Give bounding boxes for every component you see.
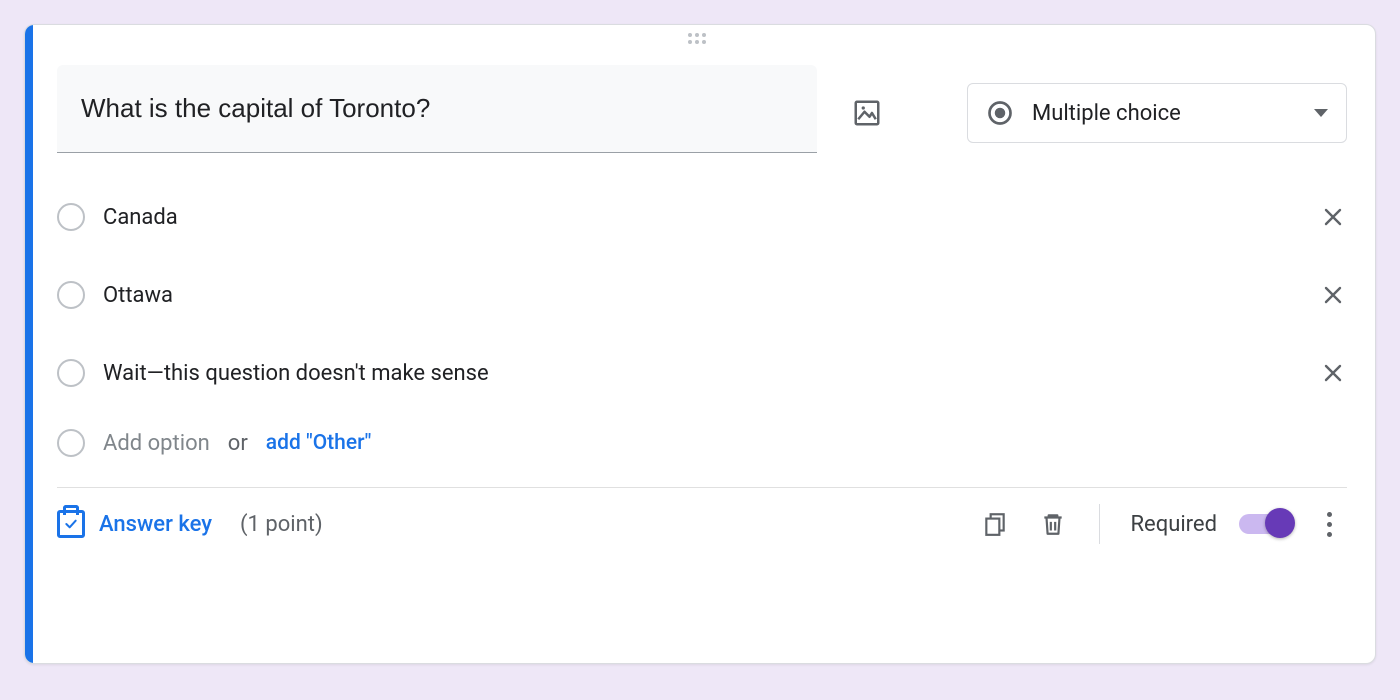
answer-key-label: Answer key — [99, 512, 212, 537]
answer-key-button[interactable]: Answer key — [57, 510, 212, 538]
card-footer: Answer key (1 point) Required — [57, 502, 1347, 546]
more-options-button[interactable] — [1311, 502, 1347, 546]
chevron-down-icon — [1314, 109, 1328, 117]
option-text[interactable]: Wait—this question doesn't make sense — [103, 361, 1301, 386]
divider — [1099, 504, 1100, 544]
radio-empty-icon — [57, 429, 85, 457]
option-row: Canada — [57, 195, 1347, 239]
question-type-select[interactable]: Multiple choice — [967, 83, 1347, 143]
radio-empty-icon — [57, 203, 85, 231]
remove-option-button[interactable] — [1319, 281, 1347, 309]
drag-handle-icon[interactable] — [688, 33, 712, 47]
or-text: or — [228, 431, 248, 456]
radio-empty-icon — [57, 281, 85, 309]
add-other-button[interactable]: add "Other" — [266, 431, 372, 455]
option-text[interactable]: Ottawa — [103, 283, 1301, 308]
points-label: (1 point) — [240, 512, 323, 537]
option-row: Wait—this question doesn't make sense — [57, 351, 1347, 395]
toggle-knob — [1265, 508, 1295, 538]
close-icon — [1321, 361, 1345, 385]
option-text[interactable]: Canada — [103, 205, 1301, 230]
required-label: Required — [1130, 512, 1217, 537]
question-card: Multiple choice Canada Ottawa — [24, 24, 1376, 664]
radio-empty-icon — [57, 359, 85, 387]
add-image-button[interactable] — [845, 91, 889, 135]
remove-option-button[interactable] — [1319, 359, 1347, 387]
trash-icon — [1040, 511, 1066, 537]
options-list: Canada Ottawa Wait—this question doesn't… — [57, 195, 1347, 457]
add-option-button[interactable]: Add option — [103, 431, 210, 456]
close-icon — [1321, 283, 1345, 307]
question-type-label: Multiple choice — [1032, 101, 1296, 126]
required-toggle[interactable] — [1239, 514, 1291, 534]
close-icon — [1321, 205, 1345, 229]
clipboard-check-icon — [57, 510, 85, 538]
duplicate-button[interactable] — [973, 502, 1017, 546]
more-vertical-icon — [1327, 512, 1332, 517]
image-icon — [852, 98, 882, 128]
copy-icon — [982, 511, 1008, 537]
question-title-input[interactable] — [57, 65, 817, 153]
add-option-row: Add option or add "Other" — [57, 429, 1347, 457]
remove-option-button[interactable] — [1319, 203, 1347, 231]
radio-icon — [986, 99, 1014, 127]
divider — [57, 487, 1347, 488]
delete-button[interactable] — [1031, 502, 1075, 546]
option-row: Ottawa — [57, 273, 1347, 317]
